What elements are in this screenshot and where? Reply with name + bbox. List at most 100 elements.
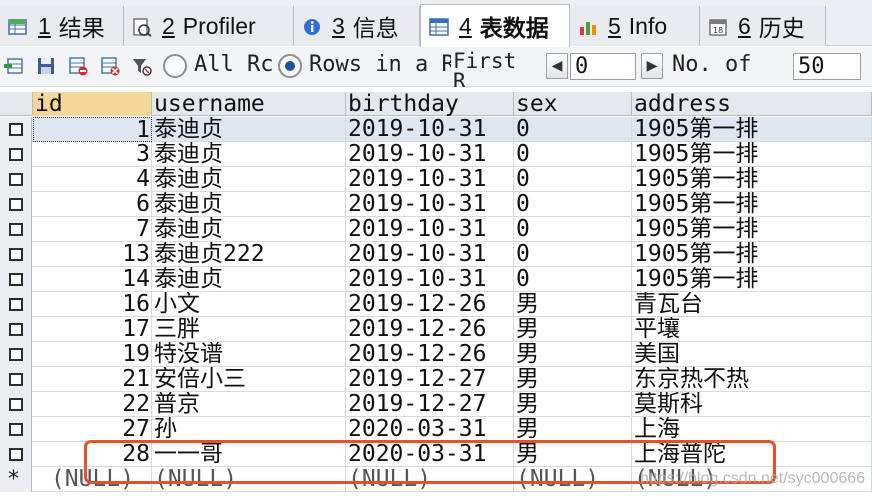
cell-username[interactable]: 泰迪贞222: [152, 242, 346, 267]
cell-id[interactable]: 17: [33, 317, 152, 342]
cell-address[interactable]: 1905第一排: [632, 217, 872, 242]
cell-username[interactable]: 一一哥: [152, 442, 346, 467]
delete-rows-icon[interactable]: [100, 56, 120, 76]
cell-sex[interactable]: 男: [514, 292, 632, 317]
table-row[interactable]: 7 泰迪贞 2019-10-31 0 1905第一排: [0, 217, 872, 242]
cell-id[interactable]: 21: [33, 367, 152, 392]
first-row-input[interactable]: 0: [570, 53, 636, 80]
cell-sex[interactable]: 0: [514, 217, 632, 242]
save-icon[interactable]: [36, 56, 56, 76]
row-checkbox[interactable]: [9, 173, 23, 186]
cell-sex[interactable]: 男: [514, 342, 632, 367]
cell-username[interactable]: 普京: [152, 392, 346, 417]
cell-birthday[interactable]: 2019-10-31: [346, 117, 514, 142]
cell-address[interactable]: 莫斯科: [632, 392, 872, 417]
cell-id[interactable]: 4: [33, 167, 152, 192]
cell-id[interactable]: 3: [33, 142, 152, 167]
cell-address[interactable]: 1905第一排: [632, 167, 872, 192]
cell-username[interactable]: 泰迪贞: [152, 117, 346, 142]
row-selector[interactable]: [0, 292, 32, 317]
row-selector[interactable]: [0, 192, 32, 217]
radio-all-rows[interactable]: [163, 54, 187, 78]
cell-address[interactable]: 1905第一排: [632, 242, 872, 267]
table-row[interactable]: 28 一一哥 2020-03-31 男上海普陀: [0, 442, 872, 467]
row-selector[interactable]: [0, 392, 32, 417]
row-checkbox[interactable]: [9, 248, 23, 261]
row-checkbox[interactable]: [9, 198, 23, 211]
cell-address[interactable]: 上海普陀: [632, 442, 872, 467]
cell-sex[interactable]: 0: [514, 117, 632, 142]
cell-birthday[interactable]: 2019-12-27: [346, 392, 514, 417]
table-row[interactable]: 6 泰迪贞 2019-10-31 0 1905第一排: [0, 192, 872, 217]
new-cell-birthday[interactable]: (NULL): [346, 467, 514, 492]
cell-id[interactable]: 28: [33, 442, 152, 467]
row-checkbox[interactable]: [9, 348, 23, 361]
table-row[interactable]: 22 普京 2019-12-27 男莫斯科: [0, 392, 872, 417]
row-checkbox[interactable]: [9, 373, 23, 386]
new-cell-id[interactable]: (NULL): [33, 467, 152, 492]
cell-username[interactable]: 安倍小三: [152, 367, 346, 392]
header-birthday[interactable]: birthday: [346, 92, 514, 116]
row-checkbox[interactable]: [9, 123, 23, 136]
filter-icon[interactable]: [132, 56, 152, 76]
table-row[interactable]: 21 安倍小三 2019-12-27 男东京热不热: [0, 367, 872, 392]
radio-rows-in-range[interactable]: [278, 54, 302, 78]
new-cell-sex[interactable]: (NULL): [514, 467, 632, 492]
cell-birthday[interactable]: 2019-12-26: [346, 292, 514, 317]
cell-sex[interactable]: 男: [514, 392, 632, 417]
cell-username[interactable]: 泰迪贞: [152, 217, 346, 242]
cell-birthday[interactable]: 2020-03-31: [346, 417, 514, 442]
cell-address[interactable]: 青瓦台: [632, 292, 872, 317]
cell-birthday[interactable]: 2019-10-31: [346, 217, 514, 242]
row-selector[interactable]: [0, 342, 32, 367]
row-checkbox[interactable]: [9, 273, 23, 286]
cell-id[interactable]: 6: [33, 192, 152, 217]
row-selector[interactable]: [0, 117, 32, 142]
header-address[interactable]: address: [632, 92, 872, 116]
table-row[interactable]: 14 泰迪贞 2019-10-31 0 1905第一排: [0, 267, 872, 292]
table-row[interactable]: 1 泰迪贞 2019-10-31 0 1905第一排: [0, 117, 872, 142]
cell-sex[interactable]: 男: [514, 367, 632, 392]
row-selector[interactable]: [0, 167, 32, 192]
cell-birthday[interactable]: 2019-10-31: [346, 192, 514, 217]
cell-id[interactable]: 14: [33, 267, 152, 292]
cell-address[interactable]: 1905第一排: [632, 267, 872, 292]
cell-birthday[interactable]: 2019-12-27: [346, 367, 514, 392]
cell-username[interactable]: 小文: [152, 292, 346, 317]
row-selector[interactable]: [0, 217, 32, 242]
cell-username[interactable]: 特没谱: [152, 342, 346, 367]
table-row[interactable]: 13 泰迪贞222 2019-10-31 0 1905第一排: [0, 242, 872, 267]
cell-username[interactable]: 三胖: [152, 317, 346, 342]
header-id[interactable]: id: [33, 92, 152, 116]
row-checkbox[interactable]: [9, 223, 23, 236]
cell-address[interactable]: 东京热不热: [632, 367, 872, 392]
row-selector[interactable]: [0, 317, 32, 342]
insert-row-icon[interactable]: [4, 56, 24, 76]
row-checkbox[interactable]: [9, 323, 23, 336]
tab-messages[interactable]: 3 信息: [294, 6, 420, 46]
header-username[interactable]: username: [152, 92, 346, 116]
table-row[interactable]: 16 小文 2019-12-26 男青瓦台: [0, 292, 872, 317]
cell-address[interactable]: 美国: [632, 342, 872, 367]
table-row[interactable]: 19 特没谱 2019-12-26 男美国: [0, 342, 872, 367]
cell-birthday[interactable]: 2019-10-31: [346, 267, 514, 292]
cell-sex[interactable]: 男: [514, 317, 632, 342]
tab-info[interactable]: 5 Info: [570, 6, 700, 46]
cell-address[interactable]: 平壤: [632, 317, 872, 342]
row-selector[interactable]: [0, 367, 32, 392]
next-page-button[interactable]: ▶: [641, 53, 663, 79]
row-selector[interactable]: [0, 417, 32, 442]
previous-page-button[interactable]: ◀: [546, 53, 568, 79]
cell-sex[interactable]: 0: [514, 267, 632, 292]
cell-birthday[interactable]: 2019-12-26: [346, 317, 514, 342]
cell-birthday[interactable]: 2020-03-31: [346, 442, 514, 467]
table-row[interactable]: 4 泰迪贞 2019-10-31 0 1905第一排: [0, 167, 872, 192]
tab-profiler[interactable]: 2 Profiler: [124, 6, 294, 46]
cell-sex[interactable]: 0: [514, 142, 632, 167]
cell-address[interactable]: 1905第一排: [632, 142, 872, 167]
cell-username[interactable]: 泰迪贞: [152, 167, 346, 192]
cell-username[interactable]: 泰迪贞: [152, 267, 346, 292]
row-selector[interactable]: [0, 442, 32, 467]
row-checkbox[interactable]: [9, 398, 23, 411]
cell-birthday[interactable]: 2019-10-31: [346, 167, 514, 192]
